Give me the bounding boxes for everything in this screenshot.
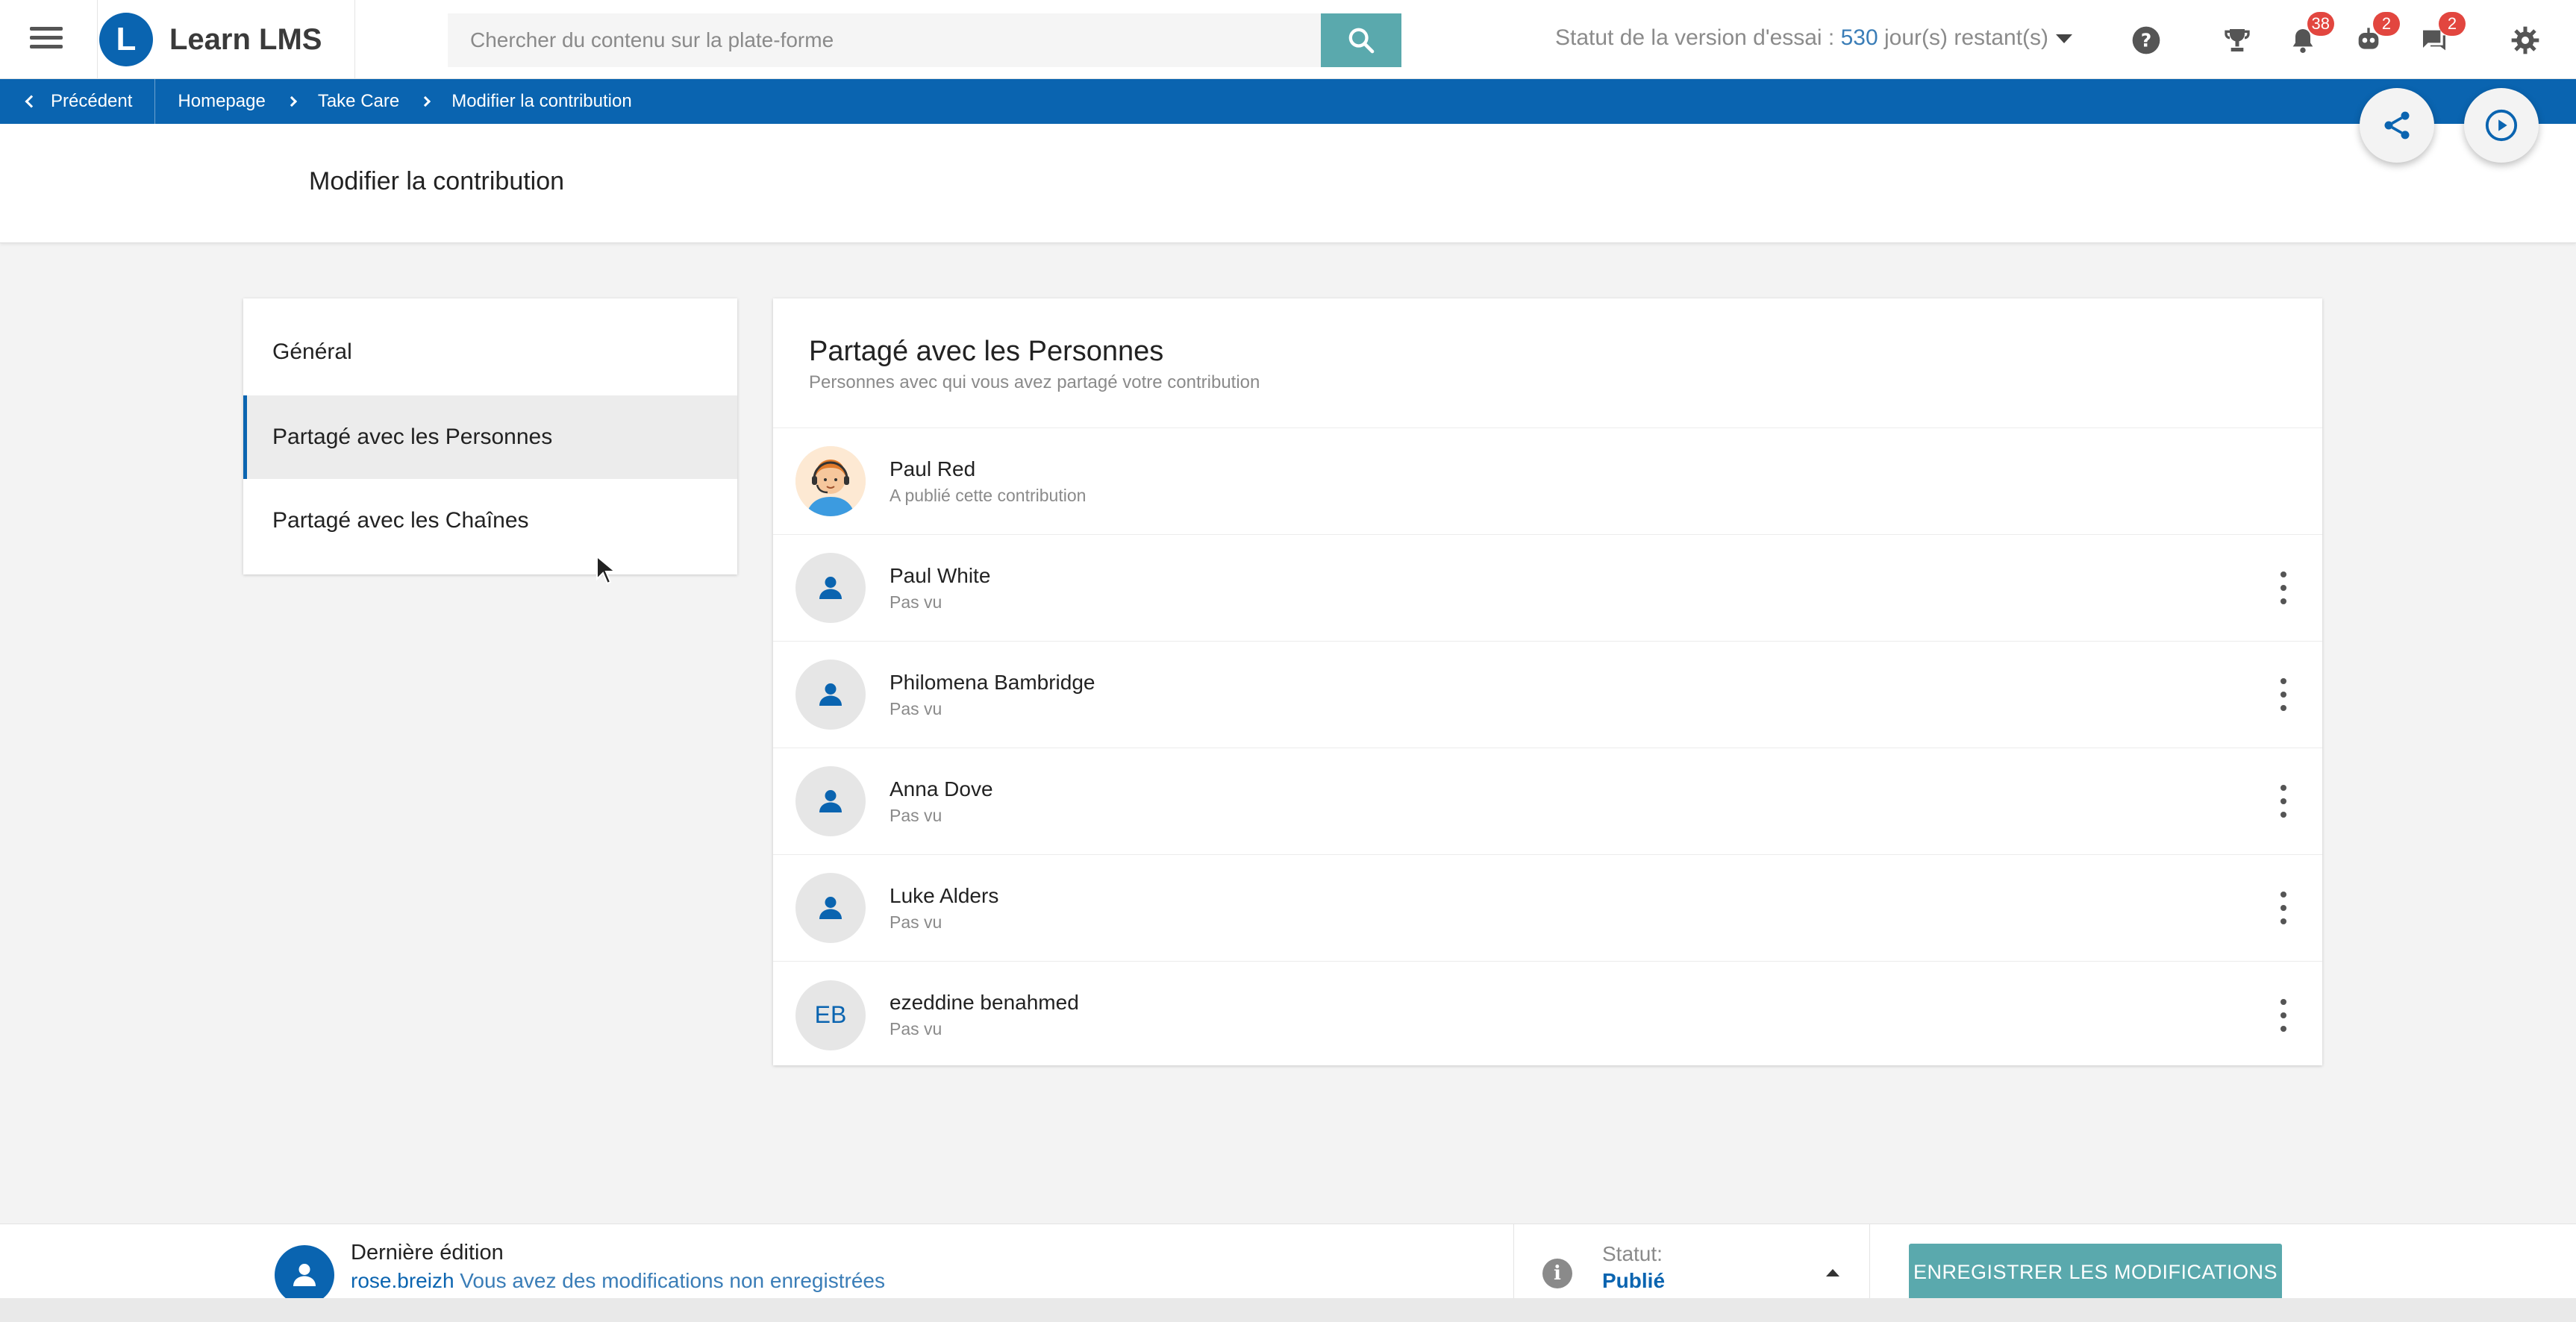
person-name: ezeddine benahmed [890, 991, 1079, 1014]
editor-username[interactable]: rose.breizh [351, 1269, 454, 1292]
caret-down-icon [2056, 34, 2073, 44]
info-icon: i [1542, 1259, 1572, 1288]
search-input[interactable] [448, 13, 1321, 67]
avatar [795, 553, 866, 623]
person-headset-avatar-icon [795, 446, 866, 516]
person-name: Philomena Bambridge [890, 670, 1095, 694]
person-icon [819, 790, 842, 812]
brand[interactable]: L Learn LMS [97, 0, 355, 79]
status-label: Statut: [1602, 1242, 1663, 1265]
play-circle-icon [2485, 109, 2518, 142]
person-status: Pas vu [890, 805, 942, 825]
trial-status[interactable]: Statut de la version d'essai : 530 jour(… [1555, 25, 2073, 51]
last-edit-info: rose.breizh Vous avez des modifications … [351, 1269, 885, 1293]
panel-header: Partagé avec les Personnes Personnes ave… [773, 298, 2322, 428]
top-header: L Learn LMS Statut de la version d'essai… [0, 0, 2576, 79]
mouse-cursor-icon [596, 555, 616, 585]
list-item: EB ezeddine benahmed Pas vu [773, 962, 2322, 1068]
shared-people-panel: Partagé avec les Personnes Personnes ave… [773, 298, 2322, 1065]
search-bar [448, 13, 1401, 67]
brand-name: Learn LMS [169, 22, 322, 56]
person-icon [819, 577, 842, 599]
person-name: Anna Dove [890, 777, 993, 801]
avatar [795, 446, 866, 516]
robot-badge: 2 [2373, 12, 2400, 36]
title-band: Modifier la contribution [0, 124, 2576, 243]
avatar [795, 766, 866, 836]
side-item-general[interactable]: Général [243, 298, 737, 395]
person-status: A publié cette contribution [890, 485, 1087, 505]
list-item: Philomena Bambridge Pas vu [773, 642, 2322, 748]
more-options-icon[interactable] [2276, 571, 2291, 604]
editor-avatar [275, 1245, 334, 1305]
list-item: Paul White Pas vu [773, 535, 2322, 642]
robot-icon[interactable]: 2 [2351, 12, 2400, 58]
person-status: Pas vu [890, 592, 942, 612]
avatar [795, 660, 866, 730]
person-icon [819, 683, 842, 706]
search-button[interactable] [1321, 13, 1401, 67]
person-name: Paul White [890, 563, 991, 587]
back-label: Précédent [51, 91, 133, 111]
menu-icon[interactable] [30, 27, 63, 52]
more-options-icon[interactable] [2276, 785, 2291, 818]
person-status: Pas vu [890, 912, 942, 932]
chevron-left-icon [25, 95, 38, 108]
person-status: Pas vu [890, 698, 942, 718]
search-icon [1348, 28, 1375, 54]
person-name: Luke Alders [890, 883, 999, 907]
panel-title: Partagé avec les Personnes [809, 336, 1164, 367]
unsaved-message: Vous avez des modifications non enregist… [454, 1269, 885, 1292]
breadcrumb-item-homepage[interactable]: Homepage [155, 91, 265, 112]
bottom-strip [0, 1298, 2576, 1322]
trial-label: Statut de la version d'essai : [1555, 25, 1841, 50]
list-item: Paul Red A publié cette contribution [773, 428, 2322, 535]
side-menu: Général Partagé avec les Personnes Parta… [243, 298, 737, 574]
more-options-icon[interactable] [2276, 892, 2291, 924]
person-name: Paul Red [890, 457, 976, 480]
last-edit-title: Dernière édition [351, 1241, 504, 1265]
more-options-icon[interactable] [2276, 678, 2291, 711]
bell-icon[interactable]: 38 [2285, 12, 2334, 58]
side-item-shared-channels[interactable]: Partagé avec les Chaînes [243, 479, 737, 563]
side-item-shared-people[interactable]: Partagé avec les Personnes [243, 395, 737, 479]
avatar [795, 873, 866, 943]
messages-badge: 2 [2439, 12, 2466, 36]
breadcrumb-item-current: Modifier la contribution [451, 91, 632, 111]
brand-logo-icon: L [99, 13, 153, 66]
breadcrumb: Précédent Homepage Take Care Modifier la… [0, 79, 2576, 124]
person-icon [293, 1264, 316, 1286]
page-title: Modifier la contribution [309, 167, 565, 195]
gear-icon[interactable] [2507, 22, 2543, 58]
panel-subtitle: Personnes avec qui vous avez partagé vot… [809, 372, 1260, 392]
trial-suffix: jour(s) restant(s) [1878, 25, 2049, 50]
person-icon [819, 897, 842, 919]
back-button[interactable]: Précédent [0, 79, 156, 124]
share-icon [2384, 111, 2410, 140]
help-icon[interactable]: ? [2128, 22, 2164, 58]
avatar-initials: EB [795, 980, 866, 1050]
list-item: Luke Alders Pas vu [773, 855, 2322, 962]
more-options-icon[interactable] [2276, 998, 2291, 1032]
caret-up-icon [1826, 1269, 1839, 1276]
notifications-badge: 38 [2307, 12, 2334, 36]
share-button[interactable] [2360, 88, 2434, 163]
preview-button[interactable] [2464, 88, 2539, 163]
breadcrumb-item-take-care[interactable]: Take Care [296, 91, 399, 112]
svg-text:?: ? [2141, 29, 2152, 51]
chat-icon[interactable]: 2 [2416, 12, 2466, 58]
save-button[interactable]: ENREGISTRER LES MODIFICATIONS [1909, 1244, 2282, 1300]
trial-days: 530 [1840, 25, 1878, 50]
status-value: Publié [1602, 1269, 1666, 1292]
person-status: Pas vu [890, 1019, 942, 1039]
list-item: Anna Dove Pas vu [773, 748, 2322, 855]
trophy-icon[interactable] [2219, 22, 2255, 58]
